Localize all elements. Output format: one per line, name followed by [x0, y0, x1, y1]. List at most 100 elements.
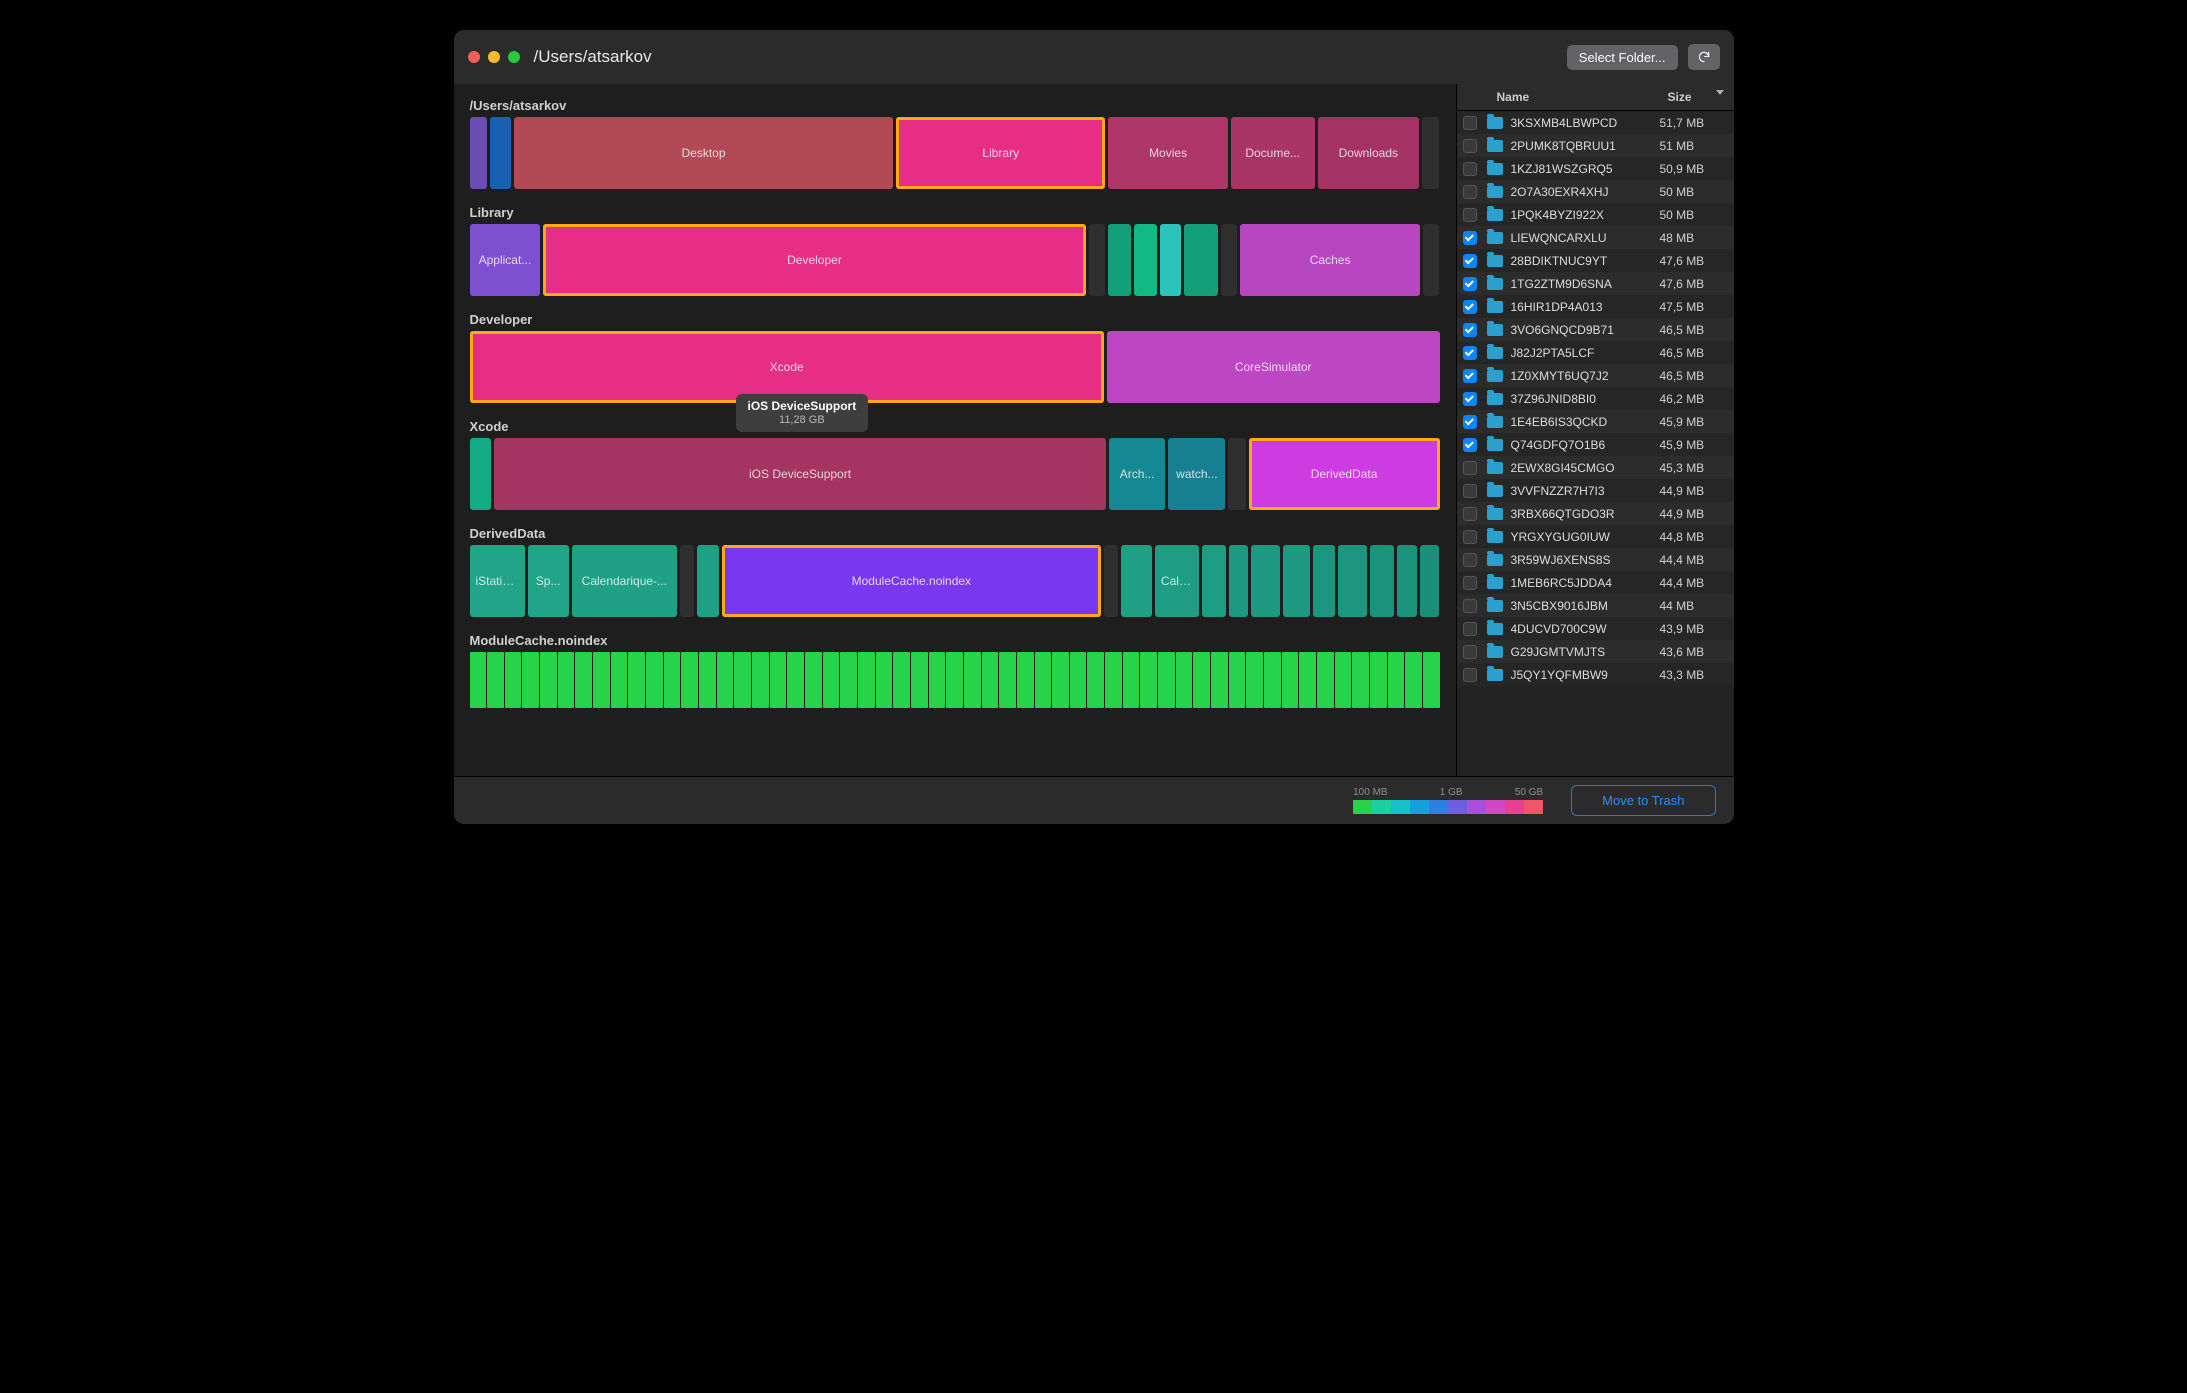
folder-block[interactable]: [1423, 224, 1439, 296]
cache-segment[interactable]: [646, 652, 663, 708]
folder-block[interactable]: [1251, 545, 1280, 617]
move-to-trash-button[interactable]: Move to Trash: [1571, 785, 1715, 816]
folder-block[interactable]: [1221, 224, 1237, 296]
cache-segment[interactable]: [575, 652, 592, 708]
cache-segment[interactable]: [770, 652, 787, 708]
cache-segment[interactable]: [1176, 652, 1193, 708]
folder-block[interactable]: [470, 438, 492, 510]
cache-segment[interactable]: [487, 652, 504, 708]
cache-segment[interactable]: [611, 652, 628, 708]
checkbox[interactable]: [1463, 622, 1477, 636]
folder-block[interactable]: CoreSimulator: [1107, 331, 1440, 403]
folder-block[interactable]: Arch...: [1109, 438, 1166, 510]
folder-block[interactable]: [1104, 545, 1118, 617]
folder-block[interactable]: [1121, 545, 1152, 617]
zoom-icon[interactable]: [508, 51, 520, 63]
folder-block[interactable]: Sp...: [528, 545, 569, 617]
folder-block[interactable]: [1108, 224, 1131, 296]
folder-block[interactable]: [680, 545, 694, 617]
cache-segment[interactable]: [946, 652, 963, 708]
cache-segment[interactable]: [1158, 652, 1175, 708]
list-item[interactable]: 1E4EB6IS3QCKD45,9 MB: [1457, 410, 1734, 433]
cache-segment[interactable]: [858, 652, 875, 708]
cache-segment[interactable]: [805, 652, 822, 708]
checkbox[interactable]: [1463, 438, 1477, 452]
select-folder-button[interactable]: Select Folder...: [1567, 45, 1678, 70]
list-item[interactable]: 1KZJ81WSZGRQ550,9 MB: [1457, 157, 1734, 180]
checkbox[interactable]: [1463, 392, 1477, 406]
cache-segment[interactable]: [593, 652, 610, 708]
folder-block[interactable]: [1313, 545, 1335, 617]
list-item[interactable]: 1Z0XMYT6UQ7J246,5 MB: [1457, 364, 1734, 387]
list-item[interactable]: 2PUMK8TQBRUU151 MB: [1457, 134, 1734, 157]
cache-segment[interactable]: [699, 652, 716, 708]
cache-segment[interactable]: [1070, 652, 1087, 708]
checkbox[interactable]: [1463, 162, 1477, 176]
cache-segment[interactable]: [470, 652, 487, 708]
folder-block[interactable]: [1370, 545, 1394, 617]
folder-block[interactable]: [1202, 545, 1226, 617]
checkbox[interactable]: [1463, 300, 1477, 314]
cache-segment[interactable]: [787, 652, 804, 708]
list-item[interactable]: G29JGMTVMJTS43,6 MB: [1457, 640, 1734, 663]
list-item[interactable]: YRGXYGUG0IUW44,8 MB: [1457, 525, 1734, 548]
checkbox[interactable]: [1463, 415, 1477, 429]
cache-segment[interactable]: [999, 652, 1016, 708]
folder-block[interactable]: [1397, 545, 1418, 617]
list-item[interactable]: 2O7A30EXR4XHJ50 MB: [1457, 180, 1734, 203]
list-item[interactable]: 4DUCVD700C9W43,9 MB: [1457, 617, 1734, 640]
folder-block[interactable]: Docume...: [1231, 117, 1315, 189]
list-item[interactable]: 1TG2ZTM9D6SNA47,6 MB: [1457, 272, 1734, 295]
cache-segment[interactable]: [752, 652, 769, 708]
cache-segment[interactable]: [1388, 652, 1405, 708]
list-item[interactable]: 3R59WJ6XENS8S44,4 MB: [1457, 548, 1734, 571]
folder-block[interactable]: [1228, 438, 1245, 510]
folder-block[interactable]: Applicat...: [470, 224, 541, 296]
list-item[interactable]: 1PQK4BYZI922X50 MB: [1457, 203, 1734, 226]
cache-segment[interactable]: [1282, 652, 1299, 708]
folder-block[interactable]: [1422, 117, 1439, 189]
checkbox[interactable]: [1463, 139, 1477, 153]
folder-block[interactable]: Library: [896, 117, 1105, 189]
folder-block[interactable]: [1160, 224, 1181, 296]
folder-block[interactable]: Desktop: [514, 117, 893, 189]
checkbox[interactable]: [1463, 208, 1477, 222]
checkbox[interactable]: [1463, 254, 1477, 268]
list-item[interactable]: 28BDIKTNUC9YT47,6 MB: [1457, 249, 1734, 272]
cache-segment[interactable]: [1405, 652, 1422, 708]
checkbox[interactable]: [1463, 323, 1477, 337]
cache-segment[interactable]: [964, 652, 981, 708]
checkbox[interactable]: [1463, 369, 1477, 383]
folder-block[interactable]: [1134, 224, 1157, 296]
cache-segment[interactable]: [681, 652, 698, 708]
folder-block[interactable]: Downloads: [1318, 117, 1420, 189]
cache-segment[interactable]: [1087, 652, 1104, 708]
list-item[interactable]: LIEWQNCARXLU48 MB: [1457, 226, 1734, 249]
cache-segment[interactable]: [540, 652, 557, 708]
cache-segment[interactable]: [1317, 652, 1334, 708]
list-item[interactable]: 3N5CBX9016JBM44 MB: [1457, 594, 1734, 617]
folder-block[interactable]: [1338, 545, 1367, 617]
checkbox[interactable]: [1463, 668, 1477, 682]
folder-block[interactable]: Calen...: [1155, 545, 1199, 617]
list-item[interactable]: Q74GDFQ7O1B645,9 MB: [1457, 433, 1734, 456]
checkbox[interactable]: [1463, 231, 1477, 245]
folder-block[interactable]: [1089, 224, 1105, 296]
checkbox[interactable]: [1463, 484, 1477, 498]
cache-segment[interactable]: [522, 652, 539, 708]
folder-block[interactable]: Calendarique-...: [572, 545, 678, 617]
checkbox[interactable]: [1463, 277, 1477, 291]
folder-block[interactable]: [1229, 545, 1248, 617]
cache-segment[interactable]: [505, 652, 522, 708]
checkbox[interactable]: [1463, 599, 1477, 613]
file-list[interactable]: 3KSXMB4LBWPCD51,7 MB2PUMK8TQBRUU151 MB1K…: [1457, 111, 1734, 776]
cache-segment[interactable]: [558, 652, 575, 708]
list-item[interactable]: 3VO6GNQCD9B7146,5 MB: [1457, 318, 1734, 341]
checkbox[interactable]: [1463, 116, 1477, 130]
cache-segment[interactable]: [929, 652, 946, 708]
list-item[interactable]: J82J2PTA5LCF46,5 MB: [1457, 341, 1734, 364]
list-item[interactable]: 3VVFNZZR7H7I344,9 MB: [1457, 479, 1734, 502]
folder-block[interactable]: DerivedData: [1249, 438, 1440, 510]
cache-segment[interactable]: [1423, 652, 1440, 708]
list-item[interactable]: 3RBX66QTGDO3R44,9 MB: [1457, 502, 1734, 525]
